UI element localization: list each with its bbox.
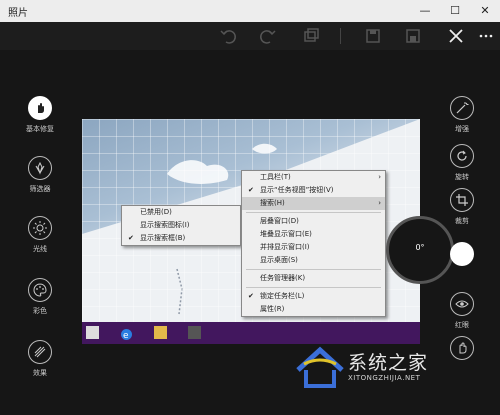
menu-item-stack[interactable]: 堆叠显示窗口(E): [242, 228, 385, 241]
rotation-dial[interactable]: 0°: [386, 216, 454, 284]
store-icon: [188, 326, 201, 339]
tool-enhance[interactable]: 增强: [432, 96, 492, 134]
tool-rotate[interactable]: 旋转: [432, 144, 492, 182]
tool-basic-fix[interactable]: 基本修复: [10, 96, 70, 134]
tool-filter[interactable]: 筛选器: [10, 156, 70, 194]
tool-label: 增强: [455, 125, 469, 133]
tool-label: 裁剪: [455, 217, 469, 225]
tool-color[interactable]: 彩色: [10, 278, 70, 316]
menu-separator: [246, 287, 381, 288]
watermark-title: 系统之家: [348, 352, 429, 374]
tool-label: 彩色: [33, 307, 47, 315]
menu-separator: [246, 269, 381, 270]
save-copy-icon[interactable]: [362, 25, 384, 47]
tool-effects[interactable]: 效果: [10, 340, 70, 378]
save-icon[interactable]: [402, 25, 424, 47]
check-icon: ✔: [128, 234, 134, 242]
more-icon[interactable]: [475, 25, 497, 47]
menu-item-side-by-side[interactable]: 并排显示窗口(I): [242, 241, 385, 254]
tool-label: 旋转: [455, 173, 469, 181]
tool-label: 筛选器: [29, 185, 51, 193]
window-title: 照片: [8, 8, 28, 19]
edit-toolbar: [0, 22, 500, 50]
menu-item-properties[interactable]: 属性(R): [242, 303, 385, 316]
tool-red-eye[interactable]: 红眼: [432, 292, 492, 330]
tool-label: 红眼: [455, 321, 469, 329]
folder-icon: [154, 326, 167, 339]
copy-icon[interactable]: [300, 25, 322, 47]
redo-icon[interactable]: [256, 25, 278, 47]
edge-icon: e: [120, 326, 133, 341]
watermark-url: XITONGZHIJIA.NET: [348, 374, 421, 382]
toolbar-separator: [340, 28, 341, 44]
eye-icon: [450, 292, 474, 316]
menu-item-task-manager[interactable]: 任务管理器(K): [242, 272, 385, 285]
rotate-icon: [450, 144, 474, 168]
minimize-button[interactable]: —: [410, 0, 440, 22]
menu-item-show-search-box[interactable]: ✔ 显示搜索框(B): [122, 232, 240, 245]
sun-icon: [28, 216, 52, 240]
chevron-right-icon: ›: [378, 173, 381, 181]
tool-label: 效果: [33, 369, 47, 377]
maximize-button[interactable]: ☐: [440, 0, 470, 22]
crop-icon: [450, 188, 474, 212]
menu-item-task-view-button[interactable]: ✔ 显示“任务视图”按钮(V): [242, 184, 385, 197]
taskbar: e: [82, 322, 420, 344]
undo-icon[interactable]: [218, 25, 240, 47]
effects-icon: [28, 340, 52, 364]
watermark: 系统之家 XITONGZHIJIA.NET: [294, 344, 484, 394]
menu-item-search[interactable]: 搜索(H) ›: [242, 197, 385, 210]
magic-wand-icon: [450, 96, 474, 120]
menu-item-cascade[interactable]: 层叠窗口(D): [242, 215, 385, 228]
taskbar-context-menu: 工具栏(T) › ✔ 显示“任务视图”按钮(V) 搜索(H) › 层叠窗口(D) 堆叠…: [241, 170, 386, 317]
close-window-button[interactable]: ✕: [470, 0, 500, 22]
rotation-value: 0°: [415, 243, 425, 252]
task-view-icon: [86, 326, 99, 339]
tool-label: 基本修复: [26, 125, 54, 133]
tool-light[interactable]: 光线: [10, 216, 70, 254]
search-submenu: 已禁用(D) 显示搜索图标(I) ✔ 显示搜索框(B): [121, 205, 241, 246]
menu-item-show-search-icon[interactable]: 显示搜索图标(I): [122, 219, 240, 232]
title-bar: 照片 — ☐ ✕: [0, 0, 500, 22]
menu-item-lock-taskbar[interactable]: ✔ 锁定任务栏(L): [242, 290, 385, 303]
watermark-house-logo: [296, 346, 344, 388]
palette-icon: [28, 278, 52, 302]
chevron-right-icon: ›: [378, 199, 381, 207]
svg-text:e: e: [123, 331, 129, 341]
hand-icon: [28, 96, 52, 120]
menu-item-toolbars[interactable]: 工具栏(T) ›: [242, 171, 385, 184]
menu-separator: [246, 212, 381, 213]
tool-crop[interactable]: 裁剪: [432, 188, 492, 226]
filter-icon: [28, 156, 52, 180]
menu-item-disabled[interactable]: 已禁用(D): [122, 206, 240, 219]
menu-item-show-desktop[interactable]: 显示桌面(S): [242, 254, 385, 267]
check-icon: ✔: [248, 186, 254, 194]
check-icon: ✔: [248, 292, 254, 300]
rotation-knob[interactable]: [450, 242, 474, 266]
close-icon[interactable]: [445, 25, 467, 47]
tool-label: 光线: [33, 245, 47, 253]
